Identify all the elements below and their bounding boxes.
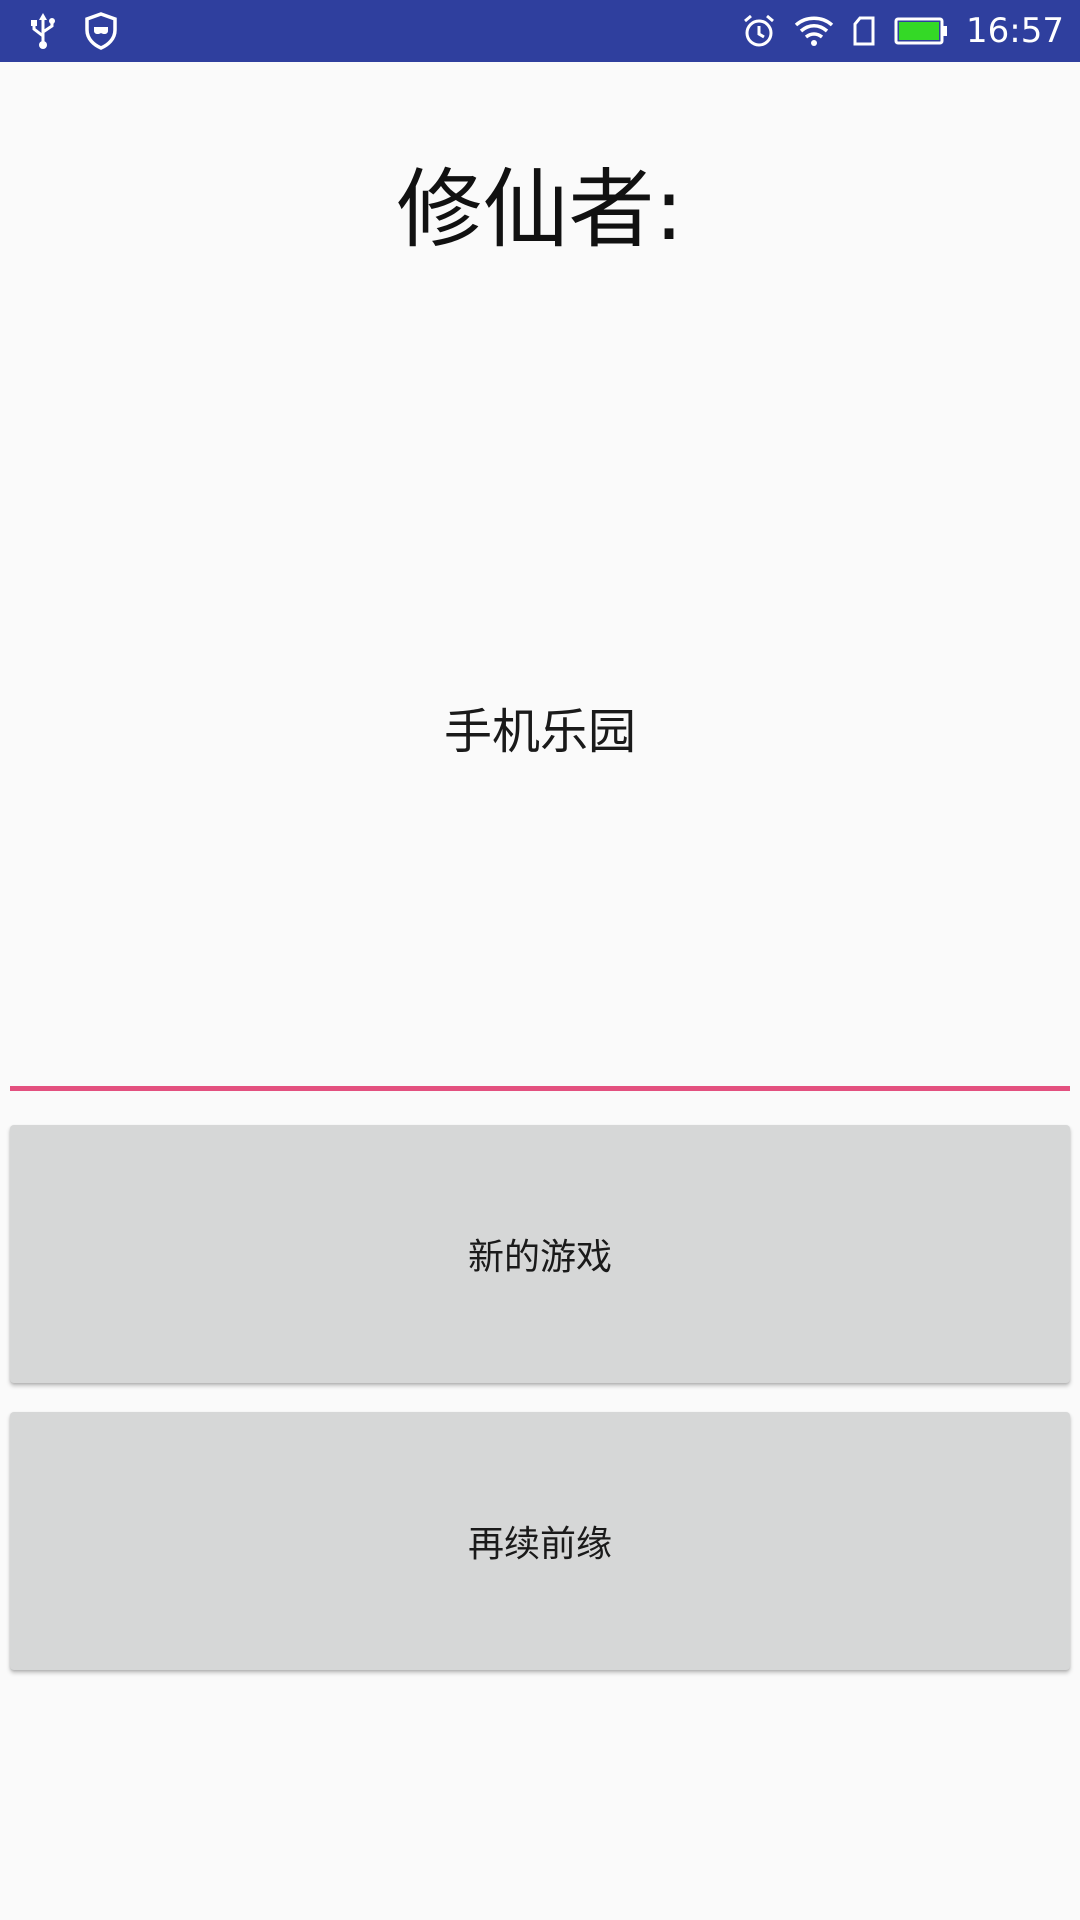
sim-card-icon (852, 16, 876, 46)
alarm-icon (742, 13, 776, 49)
subtitle-text: 手机乐园 (443, 704, 636, 760)
status-bar-right: 16:57 (742, 8, 1064, 54)
divider-line (10, 1086, 1070, 1091)
wifi-icon (794, 15, 834, 47)
usb-icon (28, 12, 58, 50)
page-title: 修仙者: (396, 160, 684, 260)
battery-icon (894, 16, 948, 46)
status-bar: 16:57 (0, 0, 1080, 62)
new-game-button[interactable]: 新的游戏 (10, 1125, 1070, 1383)
shield-icon (84, 12, 118, 50)
app-screen: 16:57 修仙者: 手机乐园 新的游戏 再续前缘 (0, 0, 1080, 1920)
status-bar-left (28, 10, 118, 52)
clock-time: 16:57 (966, 11, 1064, 51)
continue-game-button[interactable]: 再续前缘 (10, 1412, 1070, 1670)
